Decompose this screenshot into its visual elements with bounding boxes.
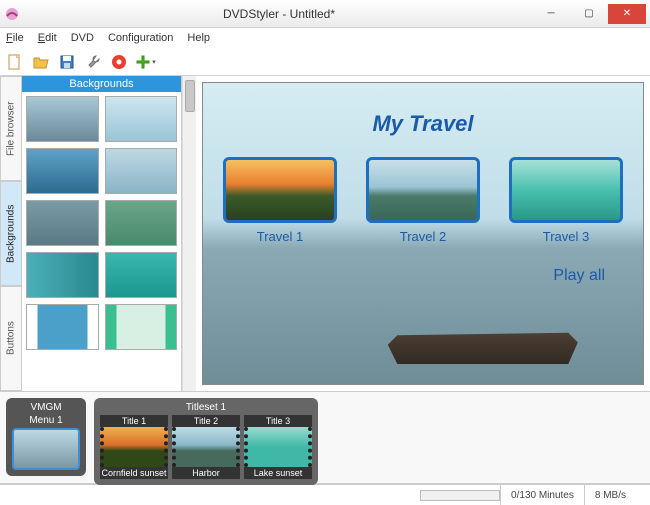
clip[interactable]: Title 1 Cornfield sunset [100, 415, 168, 479]
menu-edit[interactable]: Edit [38, 32, 57, 44]
burn-button[interactable] [108, 51, 130, 73]
background-thumb[interactable] [105, 96, 178, 142]
wrench-icon[interactable] [82, 51, 104, 73]
status-minutes: 0/130 Minutes [500, 485, 584, 505]
menu-title[interactable]: My Travel [203, 111, 643, 137]
tab-buttons[interactable]: Buttons [0, 286, 22, 391]
tab-backgrounds[interactable]: Backgrounds [0, 181, 22, 286]
play-all-button[interactable]: Play all [553, 267, 605, 285]
minimize-button[interactable]: ─ [532, 4, 570, 24]
clip-caption: Cornfield sunset [100, 467, 168, 479]
item-label: Travel 1 [223, 229, 337, 244]
timeline: VMGM Menu 1 Titleset 1 Title 1 Cornfield … [0, 392, 650, 484]
clip-title: Title 2 [172, 415, 240, 427]
tab-file-browser[interactable]: File browser [0, 76, 22, 181]
titlebar: DVDStyler - Untitled* ─ ▢ ✕ [0, 0, 650, 28]
clip-frame [100, 427, 168, 467]
save-button[interactable] [56, 51, 78, 73]
titleset-block[interactable]: Titleset 1 Title 1Cornfield sunsetTitle … [94, 398, 318, 485]
clip-title: Title 3 [244, 415, 312, 427]
vmgm-thumbnail[interactable] [12, 428, 80, 470]
menu-item[interactable]: Travel 2 [366, 157, 480, 244]
window-title: DVDStyler - Untitled* [26, 7, 532, 21]
side-tabs: File browser Backgrounds Buttons [0, 76, 22, 391]
background-thumb[interactable] [105, 148, 178, 194]
progress-gauge [420, 490, 500, 501]
new-button[interactable] [4, 51, 26, 73]
item-thumb [509, 157, 623, 223]
background-thumb[interactable] [26, 148, 99, 194]
status-rate: 8 MB/s [584, 485, 636, 505]
clip-frame [172, 427, 240, 467]
open-button[interactable] [30, 51, 52, 73]
menu-item[interactable]: Travel 1 [223, 157, 337, 244]
menu-item[interactable]: Travel 3 [509, 157, 623, 244]
menu-canvas[interactable]: My Travel Travel 1 Travel 2 Travel 3 Play … [202, 82, 644, 385]
clips-row: Title 1Cornfield sunsetTitle 2HarborTitl… [100, 415, 312, 479]
menu-dvd[interactable]: DVD [71, 32, 94, 44]
window-buttons: ─ ▢ ✕ [532, 4, 646, 24]
toolbar: ▾ [0, 48, 650, 76]
menu-items: Travel 1 Travel 2 Travel 3 [223, 157, 623, 244]
maximize-button[interactable]: ▢ [570, 4, 608, 24]
clip[interactable]: Title 3 Lake sunset [244, 415, 312, 479]
vmgm-menu-label: Menu 1 [12, 415, 80, 426]
backgrounds-header: Backgrounds [22, 76, 181, 92]
item-thumb [366, 157, 480, 223]
background-thumb[interactable] [105, 200, 178, 246]
vmgm-header: VMGM [12, 402, 80, 413]
close-button[interactable]: ✕ [608, 4, 646, 24]
item-label: Travel 2 [366, 229, 480, 244]
menu-configuration[interactable]: Configuration [108, 32, 173, 44]
clip-caption: Harbor [172, 467, 240, 479]
backgrounds-panel: Backgrounds [22, 76, 182, 391]
app-icon [4, 6, 20, 22]
add-button[interactable]: ▾ [134, 51, 156, 73]
background-thumb[interactable] [105, 304, 178, 350]
backgrounds-grid [22, 92, 181, 391]
clip-caption: Lake sunset [244, 467, 312, 479]
vmgm-block[interactable]: VMGM Menu 1 [6, 398, 86, 476]
statusbar: 0/130 Minutes 8 MB/s [0, 484, 650, 505]
clip-title: Title 1 [100, 415, 168, 427]
menubar: File Edit DVD Configuration Help [0, 28, 650, 48]
clip[interactable]: Title 2 Harbor [172, 415, 240, 479]
background-thumb[interactable] [26, 96, 99, 142]
item-label: Travel 3 [509, 229, 623, 244]
menu-file[interactable]: File [6, 32, 24, 44]
background-thumb[interactable] [26, 200, 99, 246]
background-thumb[interactable] [26, 304, 99, 350]
menu-help[interactable]: Help [187, 32, 210, 44]
main-area: File browser Backgrounds Buttons Backgro… [0, 76, 650, 392]
item-thumb [223, 157, 337, 223]
preview-pane: My Travel Travel 1 Travel 2 Travel 3 Play … [196, 76, 650, 391]
titleset-header: Titleset 1 [100, 402, 312, 413]
background-thumb[interactable] [105, 252, 178, 298]
clip-frame [244, 427, 312, 467]
scrollbar[interactable] [182, 76, 196, 391]
background-thumb[interactable] [26, 252, 99, 298]
